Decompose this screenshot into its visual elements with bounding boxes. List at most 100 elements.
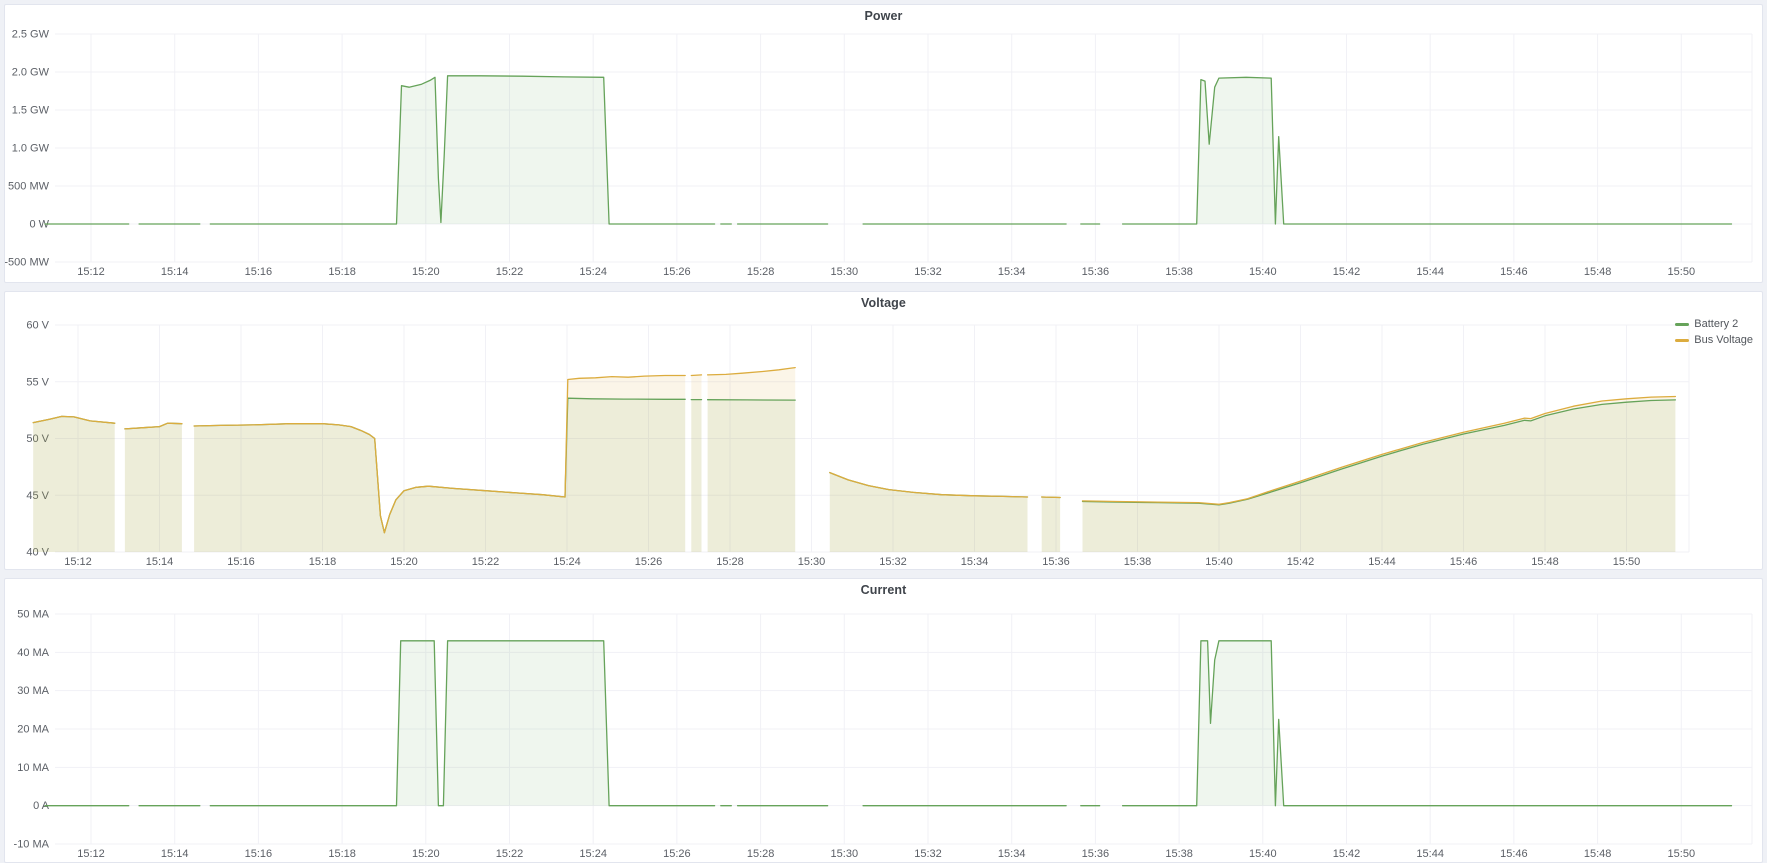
x-tick-label: 15:34	[961, 556, 989, 568]
current-panel: Current 50 MA40 MA30 MA20 MA10 MA0 A-10 …	[4, 578, 1763, 863]
x-tick-label: 15:24	[579, 848, 607, 860]
x-tick-label: 15:48	[1584, 848, 1612, 860]
series-area-bus-voltage	[691, 375, 701, 552]
current-panel-title[interactable]: Current	[861, 583, 907, 597]
x-tick-label: 15:42	[1333, 266, 1361, 278]
dashboard: Power 2.5 GW2.0 GW1.5 GW1.0 GW500 MW0 W-…	[0, 0, 1767, 863]
x-tick-label: 15:12	[64, 556, 92, 568]
x-tick-label: 15:14	[146, 556, 174, 568]
x-tick-label: 15:36	[1042, 556, 1070, 568]
x-tick-label: 15:44	[1416, 848, 1444, 860]
x-tick-label: 15:16	[245, 266, 273, 278]
series-area-bus-voltage	[194, 376, 685, 553]
y-tick-label: -500 MW	[5, 257, 50, 269]
x-tick-label: 15:42	[1333, 848, 1361, 860]
y-tick-label: 2.5 GW	[12, 29, 50, 41]
x-tick-label: 15:26	[663, 848, 691, 860]
x-tick-label: 15:14	[161, 266, 189, 278]
x-tick-label: 15:38	[1124, 556, 1152, 568]
legend-label: Battery 2	[1694, 318, 1738, 331]
y-tick-label: 60 V	[26, 320, 49, 332]
x-tick-label: 15:38	[1165, 266, 1193, 278]
x-tick-label: 15:32	[914, 266, 942, 278]
x-tick-label: 15:32	[879, 556, 907, 568]
x-tick-label: 15:26	[663, 266, 691, 278]
x-tick-label: 15:30	[831, 266, 859, 278]
battery2-swatch-icon	[1675, 323, 1689, 326]
voltage-panel-title[interactable]: Voltage	[861, 296, 906, 310]
series-area-bus-voltage	[125, 423, 182, 552]
x-tick-label: 15:48	[1584, 266, 1612, 278]
legend-item-battery2[interactable]: Battery 2	[1675, 318, 1753, 331]
x-tick-label: 15:50	[1668, 848, 1696, 860]
power-panel-header: Power	[5, 5, 1762, 27]
x-tick-label: 15:26	[635, 556, 663, 568]
y-tick-label: -10 MA	[14, 839, 50, 851]
voltage-panel: Voltage 60 V55 V50 V45 V40 V15:1215:1415…	[4, 291, 1763, 570]
x-tick-label: 15:30	[831, 848, 859, 860]
legend-label: Bus Voltage	[1694, 334, 1753, 347]
series-line-bus-voltage	[1042, 497, 1060, 498]
x-tick-label: 15:22	[496, 848, 524, 860]
series-area-bus-voltage	[1083, 397, 1676, 553]
x-tick-label: 15:22	[472, 556, 500, 568]
x-tick-label: 15:34	[998, 266, 1026, 278]
power-chart[interactable]: 2.5 GW2.0 GW1.5 GW1.0 GW500 MW0 W-500 MW…	[5, 27, 1762, 282]
x-tick-label: 15:40	[1249, 266, 1277, 278]
x-tick-label: 15:14	[161, 848, 189, 860]
x-tick-label: 15:16	[227, 556, 255, 568]
x-tick-label: 15:34	[998, 848, 1026, 860]
x-tick-label: 15:50	[1668, 266, 1696, 278]
x-tick-label: 15:36	[1082, 266, 1110, 278]
voltage-legend: Battery 2 Bus Voltage	[1675, 318, 1753, 347]
x-tick-label: 15:40	[1205, 556, 1233, 568]
y-tick-label: 10 MA	[17, 762, 49, 774]
y-tick-label: 20 MA	[17, 724, 49, 736]
y-tick-label: 1.0 GW	[12, 143, 50, 155]
x-tick-label: 15:20	[412, 848, 440, 860]
series-area-battery-2	[210, 641, 714, 806]
series-area-bus-voltage	[1042, 497, 1060, 552]
legend-item-bus-voltage[interactable]: Bus Voltage	[1675, 334, 1753, 347]
voltage-chart[interactable]: 60 V55 V50 V45 V40 V15:1215:1415:1615:18…	[5, 314, 1762, 569]
series-area-bus-voltage	[708, 368, 796, 552]
current-chart[interactable]: 50 MA40 MA30 MA20 MA10 MA0 A-10 MA15:121…	[5, 601, 1762, 862]
series-area-bus-voltage	[33, 416, 115, 552]
power-panel-title[interactable]: Power	[864, 9, 902, 23]
x-tick-label: 15:44	[1416, 266, 1444, 278]
x-tick-label: 15:20	[412, 266, 440, 278]
power-panel: Power 2.5 GW2.0 GW1.5 GW1.0 GW500 MW0 W-…	[4, 4, 1763, 283]
x-tick-label: 15:12	[77, 848, 105, 860]
x-tick-label: 15:18	[328, 848, 356, 860]
x-tick-label: 15:36	[1082, 848, 1110, 860]
series-area-bus-voltage	[830, 473, 1028, 552]
y-tick-label: 55 V	[26, 376, 49, 388]
x-tick-label: 15:46	[1450, 556, 1478, 568]
x-tick-label: 15:28	[747, 848, 775, 860]
x-tick-label: 15:24	[553, 556, 581, 568]
y-tick-label: 500 MW	[8, 181, 50, 193]
x-tick-label: 15:18	[328, 266, 356, 278]
x-tick-label: 15:18	[309, 556, 337, 568]
x-tick-label: 15:50	[1613, 556, 1641, 568]
series-area-battery-2	[210, 76, 714, 224]
x-tick-label: 15:46	[1500, 266, 1528, 278]
x-tick-label: 15:30	[798, 556, 826, 568]
bus-voltage-swatch-icon	[1675, 339, 1689, 342]
series-line-bus-voltage	[691, 375, 701, 376]
x-tick-label: 15:46	[1500, 848, 1528, 860]
x-tick-label: 15:40	[1249, 848, 1277, 860]
current-panel-header: Current	[5, 579, 1762, 601]
x-tick-label: 15:44	[1368, 556, 1396, 568]
voltage-panel-header: Voltage	[5, 292, 1762, 314]
x-tick-label: 15:12	[77, 266, 105, 278]
x-tick-label: 15:24	[579, 266, 607, 278]
y-tick-label: 30 MA	[17, 685, 49, 697]
y-tick-label: 2.0 GW	[12, 67, 50, 79]
x-tick-label: 15:38	[1165, 848, 1193, 860]
x-tick-label: 15:48	[1531, 556, 1559, 568]
x-tick-label: 15:32	[914, 848, 942, 860]
x-tick-label: 15:20	[390, 556, 418, 568]
x-tick-label: 15:22	[496, 266, 524, 278]
y-tick-label: 50 MA	[17, 609, 49, 621]
